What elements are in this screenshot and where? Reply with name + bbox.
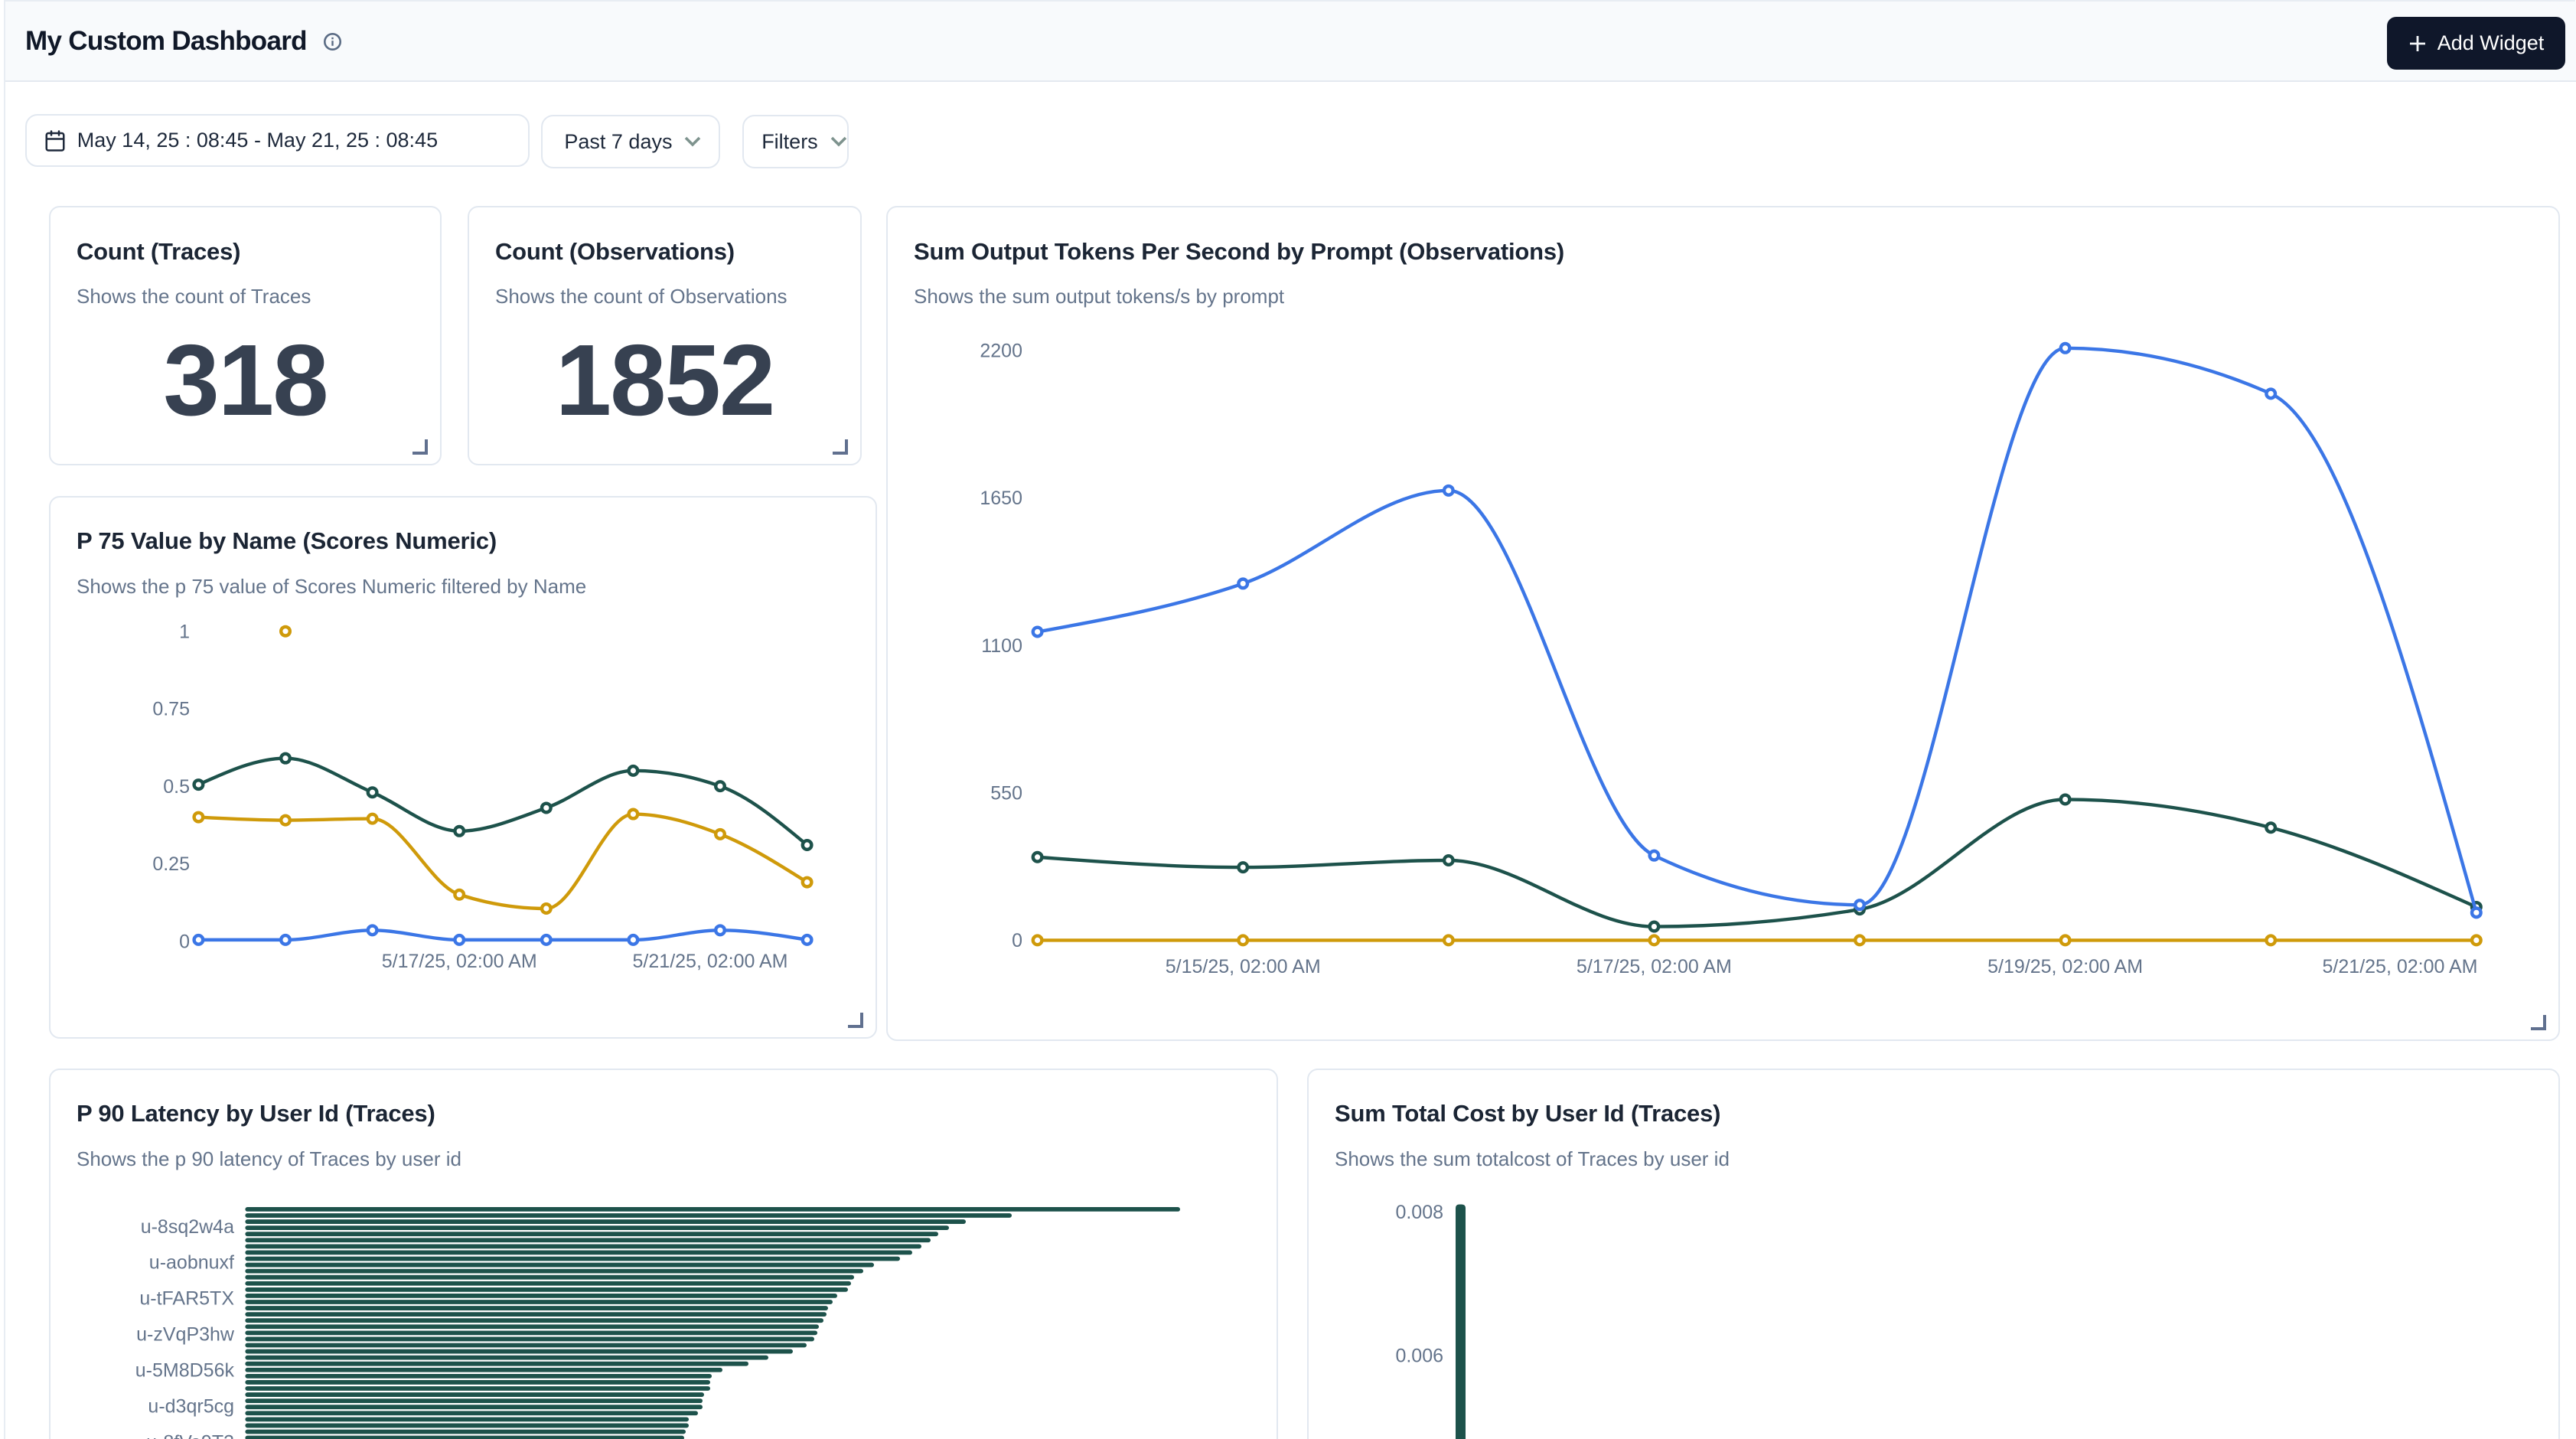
- svg-text:u-tFAR5TX: u-tFAR5TX: [139, 1287, 234, 1309]
- svg-text:1: 1: [179, 621, 190, 642]
- svg-text:5/21/25, 02:00 AM: 5/21/25, 02:00 AM: [633, 951, 788, 972]
- svg-text:1650: 1650: [980, 488, 1022, 509]
- svg-text:u-aobnuxf: u-aobnuxf: [149, 1251, 234, 1273]
- svg-text:5/17/25, 02:00 AM: 5/17/25, 02:00 AM: [382, 951, 537, 972]
- svg-text:0: 0: [179, 931, 190, 952]
- svg-text:0.008: 0.008: [1395, 1202, 1443, 1223]
- svg-text:0.006: 0.006: [1395, 1345, 1443, 1366]
- svg-text:5/17/25, 02:00 AM: 5/17/25, 02:00 AM: [1577, 956, 1732, 977]
- svg-text:5/21/25, 02:00 AM: 5/21/25, 02:00 AM: [2323, 956, 2478, 977]
- svg-text:u-5M8D56k: u-5M8D56k: [135, 1359, 235, 1381]
- svg-text:u-d3qr5cg: u-d3qr5cg: [148, 1395, 234, 1417]
- svg-text:0.5: 0.5: [163, 775, 190, 797]
- svg-text:u-zVqP3hw: u-zVqP3hw: [136, 1323, 235, 1345]
- svg-text:0.25: 0.25: [152, 853, 190, 875]
- svg-text:5/15/25, 02:00 AM: 5/15/25, 02:00 AM: [1166, 956, 1321, 977]
- svg-text:5/19/25, 02:00 AM: 5/19/25, 02:00 AM: [1987, 956, 2143, 977]
- svg-text:0: 0: [1012, 930, 1022, 951]
- svg-text:1100: 1100: [981, 635, 1022, 657]
- svg-text:u-8sq2w4a: u-8sq2w4a: [141, 1215, 234, 1237]
- svg-text:u-8fVa9T3: u-8fVa9T3: [146, 1431, 234, 1439]
- svg-text:2200: 2200: [980, 340, 1022, 361]
- svg-text:0.75: 0.75: [152, 698, 190, 720]
- svg-text:550: 550: [990, 783, 1022, 804]
